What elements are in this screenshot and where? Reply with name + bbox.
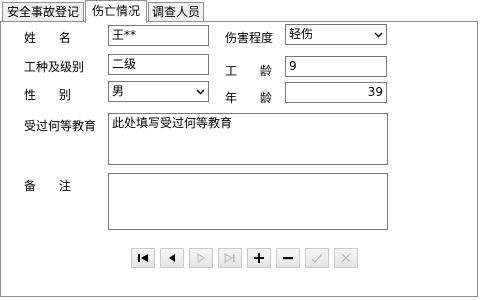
- name-field[interactable]: 王**: [108, 25, 209, 46]
- age-label: 年 龄: [225, 91, 272, 105]
- first-record-button[interactable]: [131, 248, 155, 268]
- post-edit-button[interactable]: [305, 248, 329, 268]
- post-edit-icon: [311, 253, 323, 263]
- remarks-label: 备 注: [24, 179, 71, 193]
- delete-record-icon: [283, 257, 293, 260]
- first-record-icon: [138, 254, 148, 262]
- tab-casualties[interactable]: 伤亡情况: [85, 0, 147, 23]
- gender-value: 男: [112, 84, 125, 98]
- prior-record-icon: [169, 254, 175, 262]
- next-record-button[interactable]: [189, 248, 213, 268]
- injury-degree-value: 轻伤: [289, 27, 314, 41]
- next-record-icon: [197, 253, 205, 263]
- cancel-edit-button[interactable]: [334, 248, 358, 268]
- seniority-field[interactable]: 9: [285, 56, 387, 77]
- seniority-label: 工 龄: [225, 64, 272, 78]
- chevron-down-icon[interactable]: [192, 82, 208, 101]
- education-memo[interactable]: 此处填写受过何等教育: [108, 113, 388, 165]
- insert-record-icon: [254, 253, 264, 263]
- injury-degree-select[interactable]: 轻伤: [285, 24, 387, 45]
- education-label: 受过何等教育: [24, 119, 97, 133]
- prior-record-button[interactable]: [160, 248, 184, 268]
- chevron-down-icon[interactable]: [370, 25, 386, 44]
- gender-label: 性 别: [24, 88, 71, 102]
- tab-investigators[interactable]: 调查人员: [148, 2, 204, 21]
- job-grade-label: 工种及级别: [24, 60, 85, 74]
- gender-select[interactable]: 男: [108, 81, 209, 102]
- age-field[interactable]: 39: [285, 82, 387, 103]
- insert-record-button[interactable]: [247, 248, 271, 268]
- last-record-icon: [224, 253, 235, 263]
- remarks-memo[interactable]: [108, 173, 388, 230]
- tab-accident-registration[interactable]: 安全事故登记: [2, 2, 84, 21]
- job-grade-field[interactable]: 二级: [108, 54, 209, 75]
- name-label: 姓 名: [24, 31, 71, 45]
- delete-record-button[interactable]: [276, 248, 300, 268]
- cancel-edit-icon: [341, 253, 351, 263]
- injury-degree-label: 伤害程度: [225, 31, 274, 45]
- last-record-button[interactable]: [218, 248, 242, 268]
